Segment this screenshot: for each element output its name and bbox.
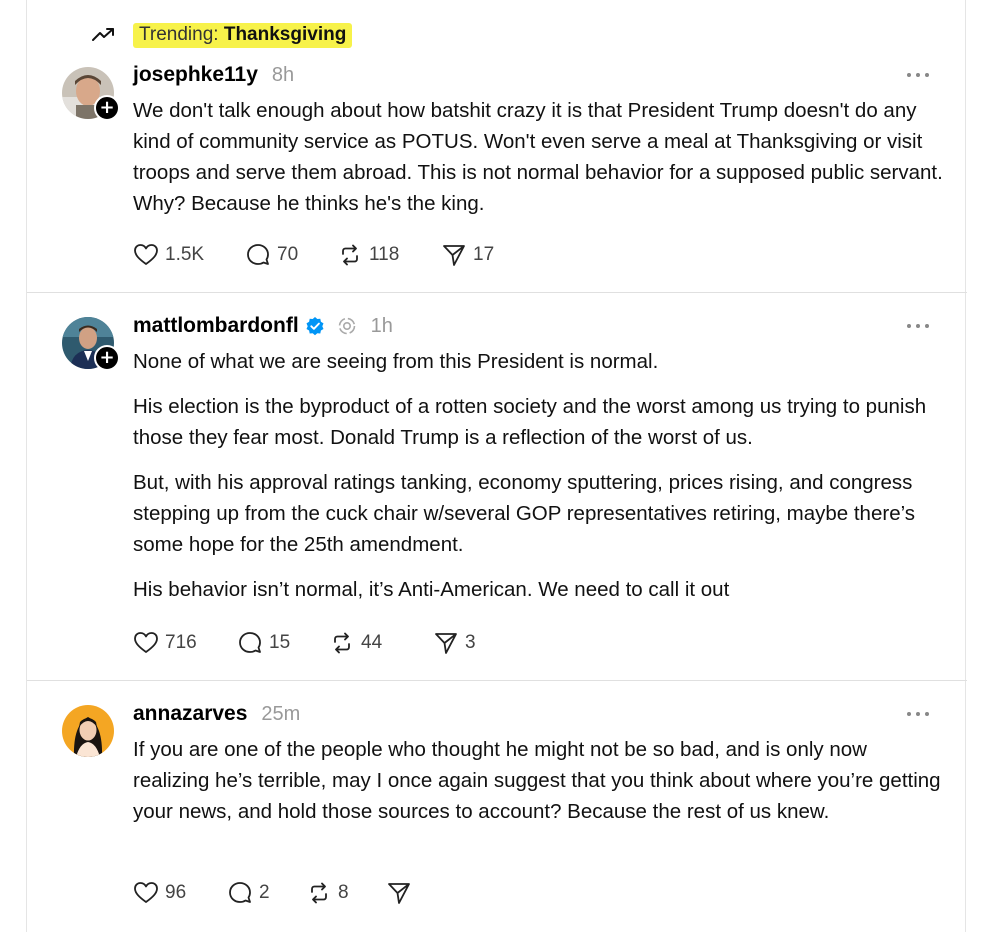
username[interactable]: josephke11y — [133, 63, 258, 87]
trending-topic: Thanksgiving — [223, 23, 347, 45]
post-header: mattlombardonfl 1h — [133, 312, 393, 340]
heart-icon — [134, 244, 158, 265]
post-card[interactable]: + mattlombardonfl 1h None of what we are… — [27, 293, 967, 680]
post-actions: 96 2 8 — [133, 879, 418, 907]
post-paragraph: But, with his approval ratings tanking, … — [133, 471, 916, 556]
like-button[interactable]: 716 — [133, 630, 237, 656]
trending-up-icon — [92, 28, 114, 41]
avatar[interactable]: + — [62, 317, 120, 371]
share-count: 17 — [473, 244, 495, 265]
share-count: 3 — [465, 632, 476, 653]
post-card[interactable]: Trending: Thanksgiving + josephke11y 8h … — [27, 0, 967, 292]
post-header: josephke11y 8h — [133, 61, 294, 89]
post-actions: 716 15 44 3 — [133, 629, 476, 657]
reply-button[interactable]: 15 — [237, 630, 329, 656]
trending-prefix: Trending: — [139, 23, 219, 45]
repost-button[interactable]: 8 — [306, 880, 386, 906]
like-count: 1.5K — [165, 244, 205, 265]
like-count: 716 — [165, 632, 197, 653]
heart-icon — [134, 882, 158, 903]
avatar[interactable] — [62, 705, 114, 757]
speech-bubble-icon — [229, 882, 251, 903]
username[interactable]: annazarves — [133, 702, 247, 726]
repost-button[interactable]: 118 — [337, 242, 441, 268]
username[interactable]: mattlombardonfl — [133, 314, 299, 338]
avatar[interactable]: + — [62, 67, 120, 121]
more-dots-icon[interactable] — [907, 73, 929, 79]
threads-feed: Trending: Thanksgiving + josephke11y 8h … — [26, 0, 967, 932]
repost-count: 44 — [361, 632, 383, 653]
reply-count: 15 — [269, 632, 291, 653]
speech-bubble-icon — [239, 632, 261, 653]
repost-icon — [342, 244, 358, 266]
follow-plus-icon[interactable]: + — [94, 345, 120, 371]
like-count: 96 — [165, 882, 187, 903]
trending-label[interactable]: Trending: Thanksgiving — [133, 22, 353, 48]
post-paragraph: His behavior isn’t normal, it’s Anti-Ame… — [133, 578, 730, 601]
verified-badge-icon — [306, 317, 324, 336]
post-time[interactable]: 8h — [272, 64, 294, 87]
post-time[interactable]: 1h — [371, 315, 393, 338]
post-text: We don't talk enough about how batshit c… — [133, 95, 943, 233]
paper-plane-icon — [443, 245, 465, 266]
post-paragraph: We don't talk enough about how batshit c… — [133, 99, 943, 215]
speech-bubble-icon — [247, 244, 269, 265]
post-paragraph: If you are one of the people who thought… — [133, 738, 941, 823]
heart-icon — [134, 632, 158, 653]
more-dots-icon[interactable] — [907, 712, 929, 718]
repost-icon — [334, 632, 350, 654]
threads-activity-icon — [338, 317, 355, 335]
reply-button[interactable]: 70 — [245, 242, 337, 268]
post-text: None of what we are seeing from this Pre… — [133, 346, 943, 619]
repost-count: 8 — [338, 882, 349, 903]
like-button[interactable]: 96 — [133, 880, 227, 906]
post-time[interactable]: 25m — [261, 703, 300, 726]
paper-plane-icon — [388, 883, 410, 904]
reply-button[interactable]: 2 — [227, 880, 306, 906]
trending-tag[interactable]: Trending: Thanksgiving — [91, 22, 353, 48]
repost-icon — [311, 882, 327, 904]
repost-count: 118 — [369, 244, 400, 265]
repost-button[interactable]: 44 — [329, 630, 433, 656]
post-text: If you are one of the people who thought… — [133, 734, 943, 841]
paper-plane-icon — [435, 633, 457, 654]
reply-count: 2 — [259, 882, 270, 903]
follow-plus-icon[interactable]: + — [94, 95, 120, 121]
post-header: annazarves 25m — [133, 700, 300, 728]
more-dots-icon[interactable] — [907, 324, 929, 330]
avatar-photo — [62, 705, 114, 757]
post-paragraph: His election is the byproduct of a rotte… — [133, 395, 927, 449]
like-button[interactable]: 1.5K — [133, 242, 245, 268]
share-button[interactable]: 17 — [441, 242, 494, 268]
reply-count: 70 — [277, 244, 299, 265]
post-actions: 1.5K 70 118 17 — [133, 241, 494, 269]
post-paragraph: None of what we are seeing from this Pre… — [133, 350, 659, 373]
share-button[interactable]: 3 — [433, 630, 476, 656]
share-button[interactable] — [386, 880, 418, 906]
post-card[interactable]: annazarves 25m If you are one of the peo… — [27, 681, 967, 932]
